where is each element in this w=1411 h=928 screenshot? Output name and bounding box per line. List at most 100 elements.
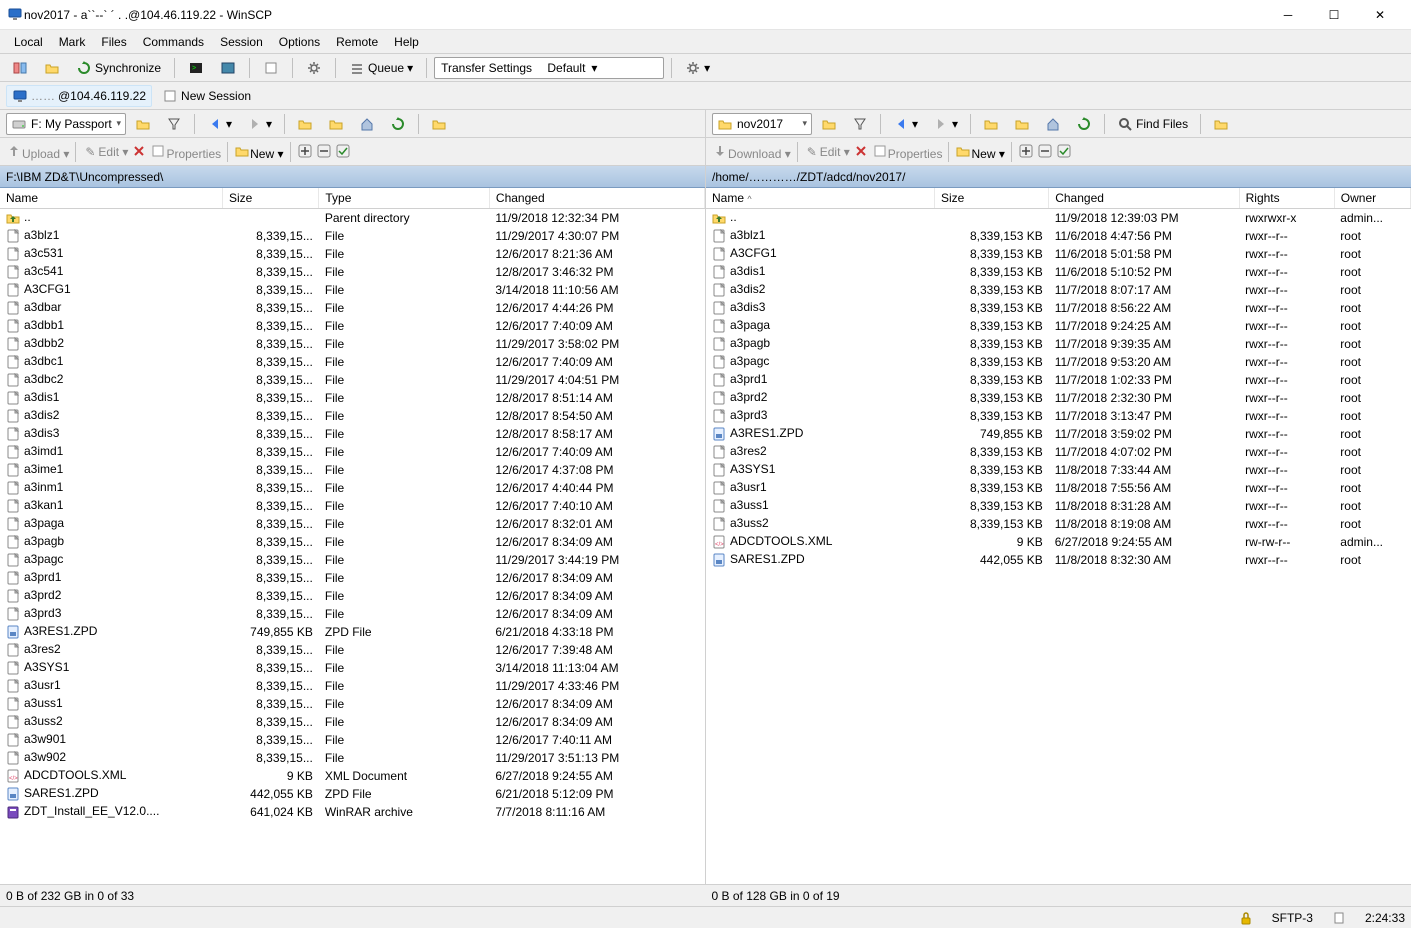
upload-button[interactable]: Upload ▾	[6, 143, 69, 161]
edit-button-left[interactable]: ✎Edit ▾	[82, 144, 128, 160]
check-button-right[interactable]	[1056, 143, 1072, 161]
file-row[interactable]: a3dbc1 8,339,15... File 12/6/2017 7:40:0…	[0, 353, 705, 371]
file-row[interactable]: a3dbc2 8,339,15... File 11/29/2017 4:04:…	[0, 371, 705, 389]
menu-remote[interactable]: Remote	[328, 35, 386, 49]
file-row[interactable]: a3dbb1 8,339,15... File 12/6/2017 7:40:0…	[0, 317, 705, 335]
col-type[interactable]: Type	[319, 188, 490, 209]
minimize-button[interactable]: ─	[1265, 0, 1311, 30]
local-up2[interactable]	[322, 113, 350, 135]
file-row[interactable]: a3pagb 8,339,153 KB 11/7/2018 9:39:35 AM…	[706, 335, 1411, 353]
file-row[interactable]: A3SYS1 8,339,15... File 3/14/2018 11:13:…	[0, 659, 705, 677]
menu-options[interactable]: Options	[271, 35, 328, 49]
remote-up2[interactable]	[1008, 113, 1036, 135]
file-row[interactable]: a3dis1 8,339,15... File 12/8/2017 8:51:1…	[0, 389, 705, 407]
local-drive-combo[interactable]: F: My Passport▾	[6, 113, 126, 135]
minus-button-right[interactable]	[1037, 143, 1053, 161]
file-row[interactable]: a3pagb 8,339,15... File 12/6/2017 8:34:0…	[0, 533, 705, 551]
col-changed-r[interactable]: Changed	[1049, 188, 1239, 209]
terminal-button[interactable]: >	[182, 57, 210, 79]
file-row[interactable]: a3usr1 8,339,15... File 11/29/2017 4:33:…	[0, 677, 705, 695]
file-row[interactable]: a3c531 8,339,15... File 12/6/2017 8:21:3…	[0, 245, 705, 263]
file-row[interactable]: a3uss1 8,339,15... File 12/6/2017 8:34:0…	[0, 695, 705, 713]
file-row[interactable]: a3res2 8,339,153 KB 11/7/2018 4:07:02 PM…	[706, 443, 1411, 461]
local-back[interactable]: ▾	[201, 113, 238, 135]
new-button-left[interactable]: New ▾	[234, 143, 283, 161]
transfer-settings-gear[interactable]: ▾	[679, 57, 716, 79]
file-row[interactable]: a3paga 8,339,15... File 12/6/2017 8:32:0…	[0, 515, 705, 533]
file-row[interactable]: A3CFG1 8,339,15... File 3/14/2018 11:10:…	[0, 281, 705, 299]
col-changed[interactable]: Changed	[489, 188, 704, 209]
menu-help[interactable]: Help	[386, 35, 427, 49]
col-name-r[interactable]: Name ^	[706, 188, 934, 209]
file-row[interactable]: a3w901 8,339,15... File 12/6/2017 7:40:1…	[0, 731, 705, 749]
file-row[interactable]: a3pagc 8,339,15... File 11/29/2017 3:44:…	[0, 551, 705, 569]
remote-file-list[interactable]: Name ^ Size Changed Rights Owner ..11/9/…	[706, 188, 1411, 884]
local-open-folder[interactable]	[129, 113, 157, 135]
file-row[interactable]: ADCDTOOLS.XML 9 KB 6/27/2018 9:24:55 AM …	[706, 533, 1411, 551]
local-forward[interactable]: ▾	[241, 113, 278, 135]
queue-button[interactable]: Queue ▾	[343, 57, 419, 79]
remote-refresh[interactable]	[1070, 113, 1098, 135]
sync-panes-button[interactable]	[6, 57, 34, 79]
file-row[interactable]: a3prd2 8,339,15... File 12/6/2017 8:34:0…	[0, 587, 705, 605]
properties-button-left[interactable]: Properties	[150, 143, 221, 161]
file-row[interactable]: a3prd3 8,339,15... File 12/6/2017 8:34:0…	[0, 605, 705, 623]
file-row[interactable]: a3ime1 8,339,15... File 12/6/2017 4:37:0…	[0, 461, 705, 479]
menu-commands[interactable]: Commands	[135, 35, 212, 49]
file-row[interactable]: a3dbb2 8,339,15... File 11/29/2017 3:58:…	[0, 335, 705, 353]
file-row[interactable]: a3pagc 8,339,153 KB 11/7/2018 9:53:20 AM…	[706, 353, 1411, 371]
compare-button[interactable]	[38, 57, 66, 79]
file-row[interactable]: a3kan1 8,339,15... File 12/6/2017 7:40:1…	[0, 497, 705, 515]
maximize-button[interactable]: ☐	[1311, 0, 1357, 30]
file-row[interactable]: a3dis2 8,339,153 KB 11/7/2018 8:07:17 AM…	[706, 281, 1411, 299]
file-row[interactable]: a3blz1 8,339,15... File 11/29/2017 4:30:…	[0, 227, 705, 245]
file-row[interactable]: SARES1.ZPD 442,055 KB 11/8/2018 8:32:30 …	[706, 551, 1411, 569]
local-filter[interactable]	[160, 113, 188, 135]
local-up1[interactable]	[291, 113, 319, 135]
file-row[interactable]: A3RES1.ZPD 749,855 KB ZPD File 6/21/2018…	[0, 623, 705, 641]
remote-forward[interactable]: ▾	[927, 113, 964, 135]
file-row[interactable]: a3usr1 8,339,153 KB 11/8/2018 7:55:56 AM…	[706, 479, 1411, 497]
file-row[interactable]: a3prd3 8,339,153 KB 11/7/2018 3:13:47 PM…	[706, 407, 1411, 425]
close-button[interactable]: ✕	[1357, 0, 1403, 30]
col-owner[interactable]: Owner	[1334, 188, 1410, 209]
file-row[interactable]: a3dis1 8,339,153 KB 11/6/2018 5:10:52 PM…	[706, 263, 1411, 281]
col-name[interactable]: Name	[0, 188, 222, 209]
file-row[interactable]: a3dbar 8,339,15... File 12/6/2017 4:44:2…	[0, 299, 705, 317]
explorer-button[interactable]	[257, 57, 285, 79]
new-button-right[interactable]: New ▾	[955, 143, 1004, 161]
file-row[interactable]: a3paga 8,339,153 KB 11/7/2018 9:24:25 AM…	[706, 317, 1411, 335]
file-row[interactable]: a3c541 8,339,15... File 12/8/2017 3:46:3…	[0, 263, 705, 281]
remote-open-folder[interactable]	[815, 113, 843, 135]
remote-filter[interactable]	[846, 113, 874, 135]
file-row[interactable]: SARES1.ZPD 442,055 KB ZPD File 6/21/2018…	[0, 785, 705, 803]
col-rights[interactable]: Rights	[1239, 188, 1334, 209]
minus-button-left[interactable]	[316, 143, 332, 161]
remote-bookmark[interactable]	[1207, 113, 1235, 135]
remote-drive-combo[interactable]: nov2017▾	[712, 113, 812, 135]
col-size[interactable]: Size	[222, 188, 318, 209]
file-row[interactable]: a3prd1 8,339,153 KB 11/7/2018 1:02:33 PM…	[706, 371, 1411, 389]
preferences-button[interactable]	[300, 57, 328, 79]
menu-local[interactable]: Local	[6, 35, 51, 49]
file-row[interactable]: a3dis2 8,339,15... File 12/8/2017 8:54:5…	[0, 407, 705, 425]
file-row[interactable]: a3imd1 8,339,15... File 12/6/2017 7:40:0…	[0, 443, 705, 461]
file-row[interactable]: a3blz1 8,339,153 KB 11/6/2018 4:47:56 PM…	[706, 227, 1411, 245]
file-row[interactable]: ADCDTOOLS.XML 9 KB XML Document 6/27/201…	[0, 767, 705, 785]
remote-home[interactable]	[1039, 113, 1067, 135]
file-row[interactable]: a3prd1 8,339,15... File 12/6/2017 8:34:0…	[0, 569, 705, 587]
file-row[interactable]: a3uss1 8,339,153 KB 11/8/2018 8:31:28 AM…	[706, 497, 1411, 515]
file-row[interactable]: a3prd2 8,339,153 KB 11/7/2018 2:32:30 PM…	[706, 389, 1411, 407]
properties-button-right[interactable]: Properties	[872, 143, 943, 161]
transfer-settings-combo[interactable]: Transfer Settings Default ▾	[434, 57, 664, 79]
file-row[interactable]: a3uss2 8,339,153 KB 11/8/2018 8:19:08 AM…	[706, 515, 1411, 533]
remote-up1[interactable]	[977, 113, 1005, 135]
edit-button-right[interactable]: ✎Edit ▾	[804, 144, 850, 160]
find-files-button[interactable]: Find Files	[1111, 113, 1194, 135]
local-bookmark[interactable]	[425, 113, 453, 135]
file-row[interactable]: ZDT_Install_EE_V12.0.... 641,024 KB WinR…	[0, 803, 705, 821]
menu-mark[interactable]: Mark	[51, 35, 94, 49]
delete-button-right[interactable]	[853, 143, 869, 161]
plus-button-left[interactable]	[297, 143, 313, 161]
commander-button[interactable]	[214, 57, 242, 79]
